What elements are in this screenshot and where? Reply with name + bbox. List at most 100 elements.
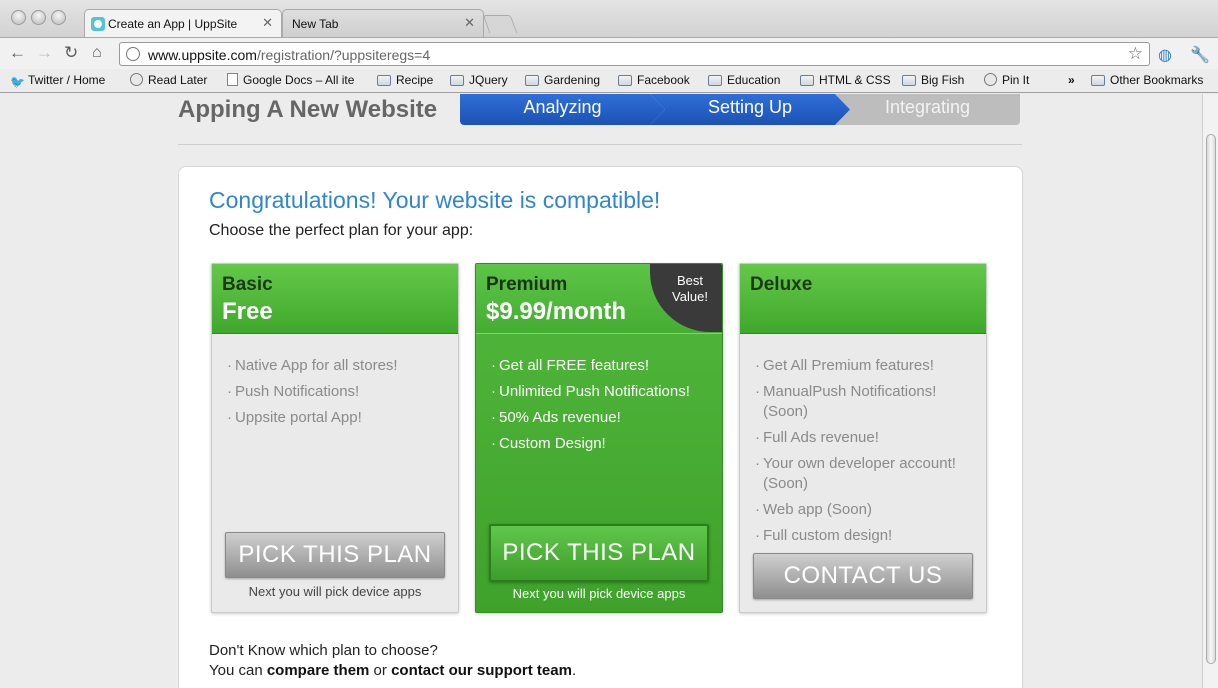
plan-prompt: Choose the perfect plan for your app:	[209, 222, 474, 239]
contact-support-link[interactable]: contact our support team	[391, 662, 572, 679]
feature-item: Web app (Soon)	[755, 500, 980, 520]
compatibility-message: Congratulations! Your website is compati…	[209, 187, 661, 213]
bookmark-recipe[interactable]: Recipe	[377, 73, 433, 87]
close-tab-icon[interactable]: ✕	[464, 15, 475, 31]
help-question: Don't Know which plan to choose?	[209, 642, 438, 659]
feature-item: ManualPush Notifications! (Soon)	[755, 382, 980, 422]
feature-item: Native App for all stores!	[227, 356, 452, 376]
step-analyzing: Analyzing	[460, 94, 665, 125]
tab-create-app[interactable]: Create an App | UppSite ✕	[84, 9, 282, 37]
vertical-scrollbar[interactable]	[1202, 94, 1218, 688]
docs-icon	[227, 73, 238, 86]
bookmark-facebook[interactable]: Facebook	[618, 73, 690, 87]
page-title: Apping A New Website	[178, 96, 438, 123]
bookmark-pin-it[interactable]: Pin It	[984, 73, 1029, 87]
address-bar[interactable]: www.uppsite.com/registration/?uppsitereg…	[119, 42, 1150, 66]
pick-basic-plan-button[interactable]: PICK THIS PLAN	[225, 532, 445, 578]
feature-item: Custom Design!	[491, 434, 716, 454]
bookmark-twitter-home[interactable]: 🐦 Twitter / Home	[10, 73, 105, 88]
tab-new-tab[interactable]: New Tab ✕	[282, 9, 484, 37]
zoom-window-button[interactable]	[51, 10, 66, 25]
feature-item: Unlimited Push Notifications!	[491, 382, 716, 402]
pick-premium-plan-button[interactable]: PICK THIS PLAN	[489, 524, 709, 582]
twitter-bird-icon: 🐦	[10, 75, 25, 89]
browser-toolbar: ← → ↻ ⌂ www.uppsite.com/registration/?up…	[0, 37, 1218, 69]
plan-help-text: Don't Know which plan to choose? You can…	[209, 641, 576, 681]
plan-header: Deluxe	[740, 264, 986, 334]
tab-title: Create an App | UppSite	[108, 17, 238, 31]
plan-name: Basic	[222, 274, 273, 295]
tab-strip: Create an App | UppSite ✕ New Tab ✕	[0, 0, 1218, 37]
badge-text: Best Value!	[672, 273, 708, 304]
plan-header: Basic Free	[212, 264, 458, 334]
folder-icon	[525, 75, 539, 86]
progress-steps: Analyzing Setting Up Integrating	[460, 94, 1020, 125]
plan-price: $9.99/month	[486, 298, 627, 325]
folder-icon	[902, 75, 916, 86]
feature-item: Uppsite portal App!	[227, 408, 452, 428]
folder-icon	[377, 75, 391, 86]
folder-icon	[800, 75, 814, 86]
plan-header: Premium $9.99/month Best Value!	[476, 264, 722, 334]
plan-name: Deluxe	[750, 274, 813, 295]
bookmark-gardening[interactable]: Gardening	[525, 73, 600, 87]
plan-features: Get all FREE features! Unlimited Push No…	[491, 356, 716, 460]
bookmark-other-bookmarks[interactable]: Other Bookmarks	[1091, 73, 1203, 87]
minimize-window-button[interactable]	[31, 10, 46, 25]
folder-icon	[1091, 75, 1105, 86]
globe-icon	[130, 73, 143, 86]
next-step-note: Next you will pick device apps	[512, 586, 686, 601]
step-integrating: Integrating	[835, 94, 1020, 125]
close-tab-icon[interactable]: ✕	[262, 15, 273, 31]
plan-features: Get All Premium features! ManualPush Not…	[755, 356, 980, 552]
page-info-globe-icon[interactable]	[126, 47, 140, 61]
plan-basic: Basic Free Native App for all stores! Pu…	[211, 263, 459, 613]
header-divider	[178, 144, 1022, 145]
globe-icon	[984, 73, 997, 86]
new-tab-button[interactable]	[482, 15, 518, 33]
feature-item: 50% Ads revenue!	[491, 408, 716, 428]
next-step-note: Next you will pick device apps	[248, 584, 422, 599]
bookmark-read-later[interactable]: Read Later	[130, 73, 207, 87]
reload-icon[interactable]: ↻	[64, 44, 78, 62]
page-viewport: Apping A New Website Analyzing Setting U…	[0, 94, 1202, 688]
feature-item: Get all FREE features!	[491, 356, 716, 376]
bookmark-google-docs[interactable]: Google Docs – All ite	[227, 73, 365, 87]
bookmark-jquery[interactable]: JQuery	[450, 73, 508, 87]
extension-globe-icon[interactable]: ◍	[1158, 45, 1172, 65]
plan-features: Native App for all stores! Push Notifica…	[227, 356, 452, 434]
bookmark-education[interactable]: Education	[708, 73, 780, 87]
best-value-badge: Best Value!	[650, 264, 722, 332]
help-links-line: You can compare them or contact our supp…	[209, 662, 577, 679]
home-icon[interactable]: ⌂	[92, 44, 102, 62]
feature-item: Push Notifications!	[227, 382, 452, 402]
compare-plans-link[interactable]: compare them	[267, 662, 370, 679]
uppsite-favicon-icon	[91, 17, 105, 31]
contact-us-button[interactable]: CONTACT US	[753, 553, 973, 599]
folder-icon	[618, 75, 632, 86]
step-setting-up: Setting Up	[650, 94, 850, 125]
plan-name: Premium	[486, 274, 568, 295]
feature-item: Get All Premium features!	[755, 356, 980, 376]
feature-item: Full Ads revenue!	[755, 428, 980, 448]
bookmark-big-fish[interactable]: Big Fish	[902, 73, 964, 87]
plan-selection-card: Congratulations! Your website is compati…	[178, 166, 1023, 688]
wrench-menu-icon[interactable]: 🔧	[1190, 45, 1210, 65]
bookmarks-bar: 🐦 Twitter / Home Read Later Google Docs –…	[0, 69, 1218, 93]
plan-deluxe: Deluxe Get All Premium features! ManualP…	[739, 263, 987, 613]
bookmark-star-icon[interactable]: ☆	[1128, 44, 1143, 64]
forward-arrow-icon[interactable]: →	[36, 44, 53, 62]
scrollbar-thumb[interactable]	[1206, 134, 1216, 664]
bookmark-html-css[interactable]: HTML & CSS	[800, 73, 891, 87]
close-window-button[interactable]	[11, 10, 26, 25]
tab-title: New Tab	[292, 17, 339, 31]
folder-icon	[450, 75, 464, 86]
plan-premium: Premium $9.99/month Best Value! Get all …	[475, 263, 723, 613]
bookmarks-overflow-chevron-icon[interactable]: »	[1068, 73, 1075, 87]
plan-price: Free	[222, 298, 273, 325]
feature-item: Full custom design!	[755, 526, 980, 546]
folder-icon	[708, 75, 722, 86]
url-text: www.uppsite.com/registration/?uppsitereg…	[148, 47, 431, 63]
feature-item: Your own developer account! (Soon)	[755, 454, 980, 494]
back-arrow-icon[interactable]: ←	[9, 44, 26, 62]
